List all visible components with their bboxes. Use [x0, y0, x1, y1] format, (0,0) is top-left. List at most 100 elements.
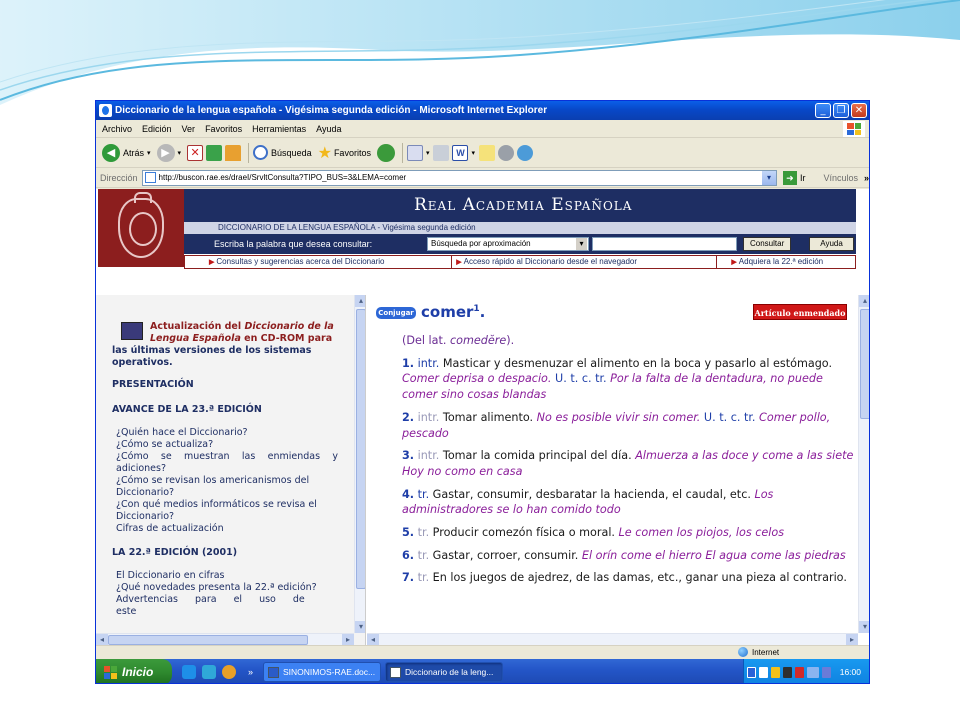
print-icon[interactable] — [433, 144, 450, 161]
sidebar-link[interactable]: ¿Qué novedades presenta la 22.ª edición? — [116, 582, 338, 594]
scroll-down-icon[interactable]: ▾ — [859, 621, 869, 633]
entry-horizontal-scrollbar[interactable]: ◂ ▸ — [367, 633, 858, 645]
sidebar-link[interactable]: El Diccionario en cifras — [116, 570, 338, 582]
help-button[interactable]: Ayuda — [809, 237, 854, 251]
quicklaunch-more-icon[interactable]: » — [248, 667, 253, 677]
taskbar-item-ie[interactable]: Diccionario de la leng... — [385, 662, 504, 682]
search-mode-select[interactable]: Búsqueda por aproximación — [427, 237, 589, 251]
mail-icon[interactable] — [406, 144, 423, 161]
scroll-right-icon[interactable]: ▸ — [342, 634, 354, 645]
link-acceso[interactable]: ▶ Acceso rápido al Diccionario desde el n… — [452, 256, 718, 268]
sidebar-link[interactable]: ¿Cómo se muestran las enmiendas y adicio… — [116, 451, 338, 475]
back-label: Atrás — [123, 147, 145, 158]
edit-dropdown-icon[interactable]: ▾ — [471, 149, 475, 157]
close-button[interactable]: ✕ — [851, 103, 867, 118]
scroll-up-icon[interactable]: ▴ — [355, 295, 365, 307]
definition-7: 7. tr. En los juegos de ajedrez, de las … — [402, 571, 847, 585]
entry-vertical-scrollbar[interactable]: ▴ ▾ — [858, 295, 869, 633]
sidebar-vertical-scrollbar[interactable]: ▴ ▾ — [354, 295, 365, 633]
address-url: http://buscon.rae.es/draeI/SrvltConsulta… — [158, 173, 407, 182]
favorites-button[interactable]: ★ Favoritos — [318, 143, 371, 163]
quick-launch: » — [182, 665, 253, 679]
link-adquiera[interactable]: ▶ Adquiera la 22.ª edición — [717, 256, 855, 268]
sidebar-link[interactable]: Advertencias para el uso de este — [116, 594, 338, 618]
rae-banner: Real Academia Española — [184, 189, 856, 222]
forward-button[interactable]: ▶ ▾ — [156, 143, 182, 162]
sidebar-link[interactable]: Cifras de actualización — [116, 523, 338, 535]
scroll-thumb[interactable] — [108, 635, 308, 645]
scroll-right-icon[interactable]: ▸ — [846, 634, 858, 645]
scroll-thumb[interactable] — [860, 309, 869, 419]
address-dropdown-icon[interactable]: ▾ — [761, 170, 776, 185]
conjugar-button[interactable]: Conjugar — [376, 307, 416, 319]
articulo-enmendado-button[interactable]: Artículo enmendado — [753, 304, 847, 320]
menu-edicion[interactable]: Edición — [142, 124, 172, 134]
page-content: Real Academia Española DICCIONARIO DE LA… — [96, 189, 869, 645]
links-more-icon[interactable]: » — [864, 173, 869, 183]
sidebar-heading-presentacion[interactable]: PRESENTACIÓN — [112, 379, 338, 390]
taskbar-item-word[interactable]: SINONIMOS-RAE.doc... — [263, 662, 382, 682]
scroll-left-icon[interactable]: ◂ — [96, 634, 108, 645]
links-label[interactable]: Vínculos — [823, 173, 858, 183]
word-input[interactable] — [592, 237, 737, 251]
scroll-left-icon[interactable]: ◂ — [367, 634, 379, 645]
tray-icon[interactable] — [758, 666, 768, 678]
menu-herramientas[interactable]: Herramientas — [252, 124, 306, 134]
sidebar-link[interactable]: ¿Cómo se actualiza? — [116, 439, 338, 451]
stop-icon[interactable]: ✕ — [187, 144, 204, 161]
scroll-thumb[interactable] — [356, 309, 365, 589]
mail-dropdown-icon[interactable]: ▾ — [426, 149, 430, 157]
start-label: Inicio — [122, 665, 154, 679]
research-icon[interactable] — [516, 144, 533, 161]
scroll-down-icon[interactable]: ▾ — [355, 621, 365, 633]
messenger-icon[interactable] — [497, 144, 514, 161]
ie-icon — [99, 104, 112, 117]
start-button[interactable]: Inicio — [96, 659, 172, 683]
discuss-icon[interactable] — [478, 144, 495, 161]
sidebar-horizontal-scrollbar[interactable]: ◂ ▸ — [96, 633, 354, 645]
rae-subtitle: DICCIONARIO DE LA LENGUA ESPAÑOLA - Vigé… — [184, 222, 856, 234]
rae-search-row: Escriba la palabra que desea consultar: … — [184, 234, 856, 254]
search-label: Búsqueda — [271, 147, 312, 158]
ie-window: Diccionario de la lengua española - Vigé… — [95, 100, 870, 684]
tray-icon[interactable] — [746, 666, 756, 678]
tray-icon[interactable] — [806, 666, 819, 678]
link-consultas[interactable]: ▶ Consultas y sugerencias acerca del Dicc… — [185, 256, 453, 268]
menu-archivo[interactable]: Archivo — [102, 124, 132, 134]
cd-rom-notice[interactable]: Actualización del Diccionario de la Leng… — [112, 321, 338, 369]
volume-icon[interactable] — [821, 666, 831, 678]
title-bar[interactable]: Diccionario de la lengua española - Vigé… — [96, 101, 869, 120]
warning-icon[interactable] — [770, 666, 780, 678]
search-button[interactable]: Búsqueda — [253, 145, 312, 160]
history-icon[interactable] — [376, 143, 395, 162]
tray-icon[interactable] — [794, 666, 804, 678]
definition-5: 5. tr. Producir comezón física o moral. … — [402, 526, 785, 540]
back-button[interactable]: ◀ Atrás ▾ — [102, 143, 151, 162]
sidebar-link[interactable]: ¿Cómo se revisan los americanismos del D… — [116, 475, 338, 499]
menu-ayuda[interactable]: Ayuda — [316, 124, 341, 134]
triangle-icon: ▶ — [731, 259, 737, 266]
maximize-button[interactable]: ❐ — [833, 103, 849, 118]
rae-header: Real Academia Española DICCIONARIO DE LA… — [98, 189, 856, 271]
consult-button[interactable]: Consultar — [743, 237, 792, 251]
status-zone: Internet — [738, 647, 779, 657]
windows-flag-icon — [104, 665, 117, 679]
address-input[interactable]: http://buscon.rae.es/draeI/SrvltConsulta… — [141, 169, 777, 186]
refresh-icon[interactable] — [206, 144, 223, 161]
go-button[interactable]: ➜ Ir — [782, 170, 805, 185]
tray-icon[interactable] — [782, 666, 792, 678]
clock[interactable]: 16:00 — [840, 667, 861, 677]
ie-quicklaunch-icon[interactable] — [182, 665, 196, 679]
sidebar-link[interactable]: ¿Con qué medios informáticos se revisa e… — [116, 499, 338, 523]
menu-favoritos[interactable]: Favoritos — [205, 124, 242, 134]
minimize-button[interactable]: _ — [815, 103, 831, 118]
desktop-quicklaunch-icon[interactable] — [202, 665, 216, 679]
menu-ver[interactable]: Ver — [182, 124, 196, 134]
scroll-up-icon[interactable]: ▴ — [859, 295, 869, 307]
media-quicklaunch-icon[interactable] — [222, 665, 236, 679]
forward-dropdown-icon[interactable]: ▾ — [178, 149, 182, 157]
sidebar-link[interactable]: ¿Quién hace el Diccionario? — [116, 427, 338, 439]
back-dropdown-icon[interactable]: ▾ — [147, 149, 151, 157]
home-icon[interactable] — [225, 144, 242, 161]
word-icon[interactable]: W — [452, 144, 469, 161]
